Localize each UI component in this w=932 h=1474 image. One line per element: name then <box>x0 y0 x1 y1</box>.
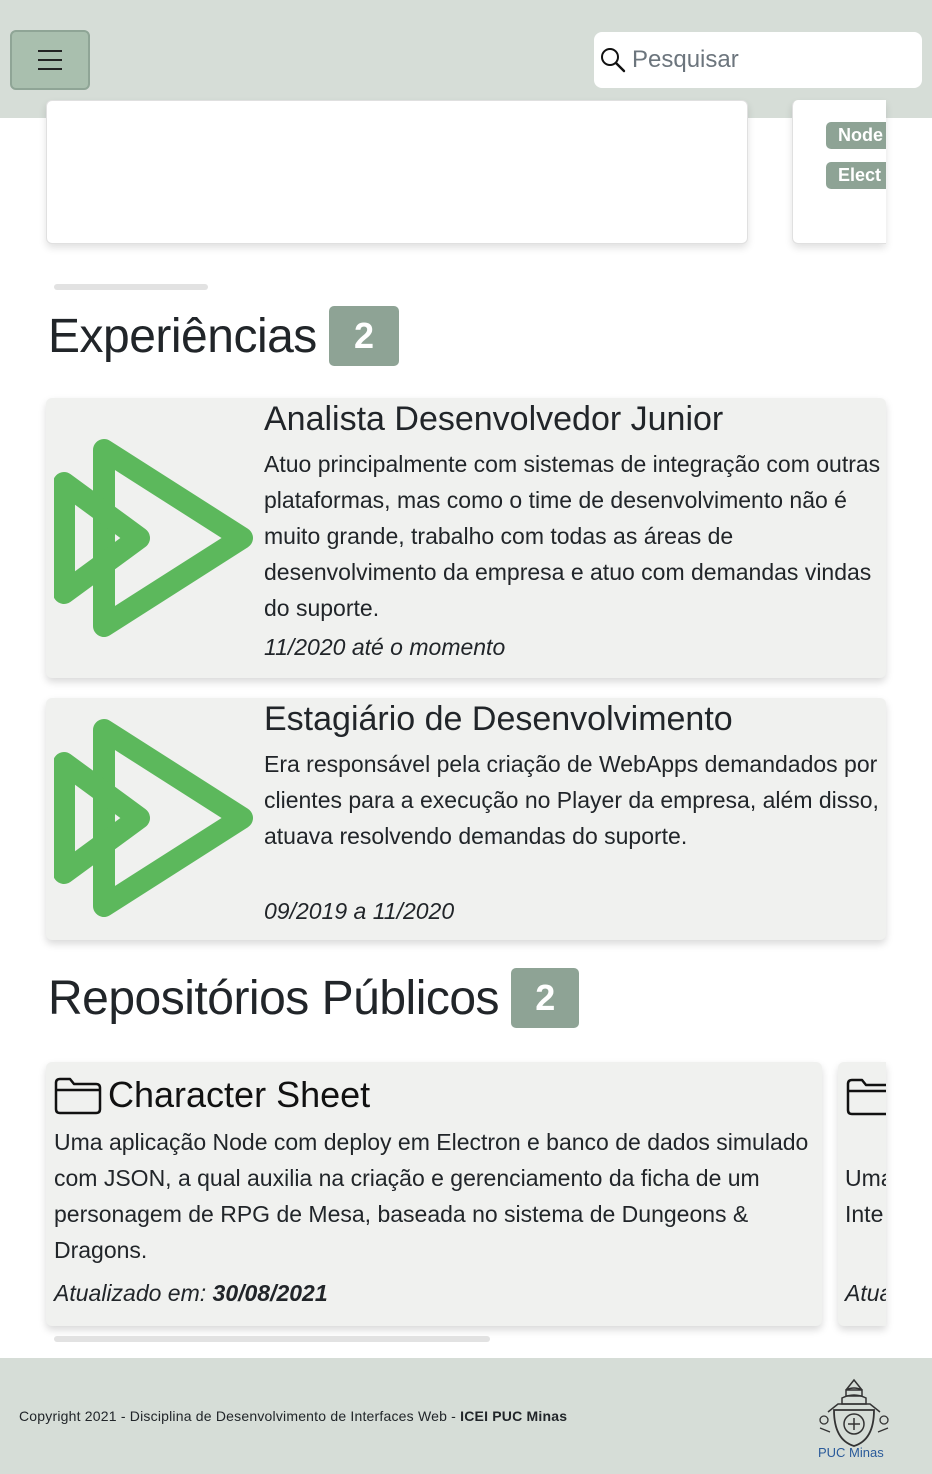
experience-card: Estagiário de Desenvolvimento Era respon… <box>46 698 886 940</box>
repositories-count-badge: 2 <box>511 968 580 1028</box>
repository-updated: Atualizado em: 30/08/2021 <box>54 1280 328 1307</box>
footer-copyright-text: Copyright 2021 - Disciplina de Desenvolv… <box>19 1408 461 1424</box>
horizontal-scrollbar[interactable] <box>54 284 208 290</box>
repository-description: Uma aplicação Node com deploy em Electro… <box>54 1129 809 1263</box>
company-logo-icon <box>54 439 253 637</box>
experience-title: Analista Desenvolvedor Junior <box>264 400 724 438</box>
repositories-heading: Repositórios Públicos 2 <box>48 968 580 1028</box>
puc-minas-logo-label: PUC Minas <box>818 1445 884 1460</box>
footer-copyright: Copyright 2021 - Disciplina de Desenvolv… <box>19 1408 567 1424</box>
search-input[interactable] <box>632 46 902 74</box>
repository-description-fragment: Inte <box>845 1201 884 1227</box>
folder-icon <box>846 1078 886 1116</box>
search-box[interactable] <box>594 32 922 88</box>
folder-icon <box>54 1077 102 1115</box>
experience-card: Analista Desenvolvedor Junior Atuo princ… <box>46 398 886 678</box>
experiences-heading: Experiências 2 <box>48 306 399 366</box>
repository-updated-partial: Atua <box>845 1280 886 1306</box>
project-card-partial <box>46 100 748 244</box>
experience-period: 09/2019 a 11/2020 <box>264 898 455 924</box>
project-card-partial-right: Node Elect <box>792 100 886 244</box>
search-icon <box>601 48 626 73</box>
footer-org[interactable]: ICEI PUC Minas <box>460 1408 567 1424</box>
repository-card[interactable]: Character Sheet Uma aplicação Node com d… <box>46 1062 822 1326</box>
repository-updated-label: Atualizado em: <box>54 1280 207 1306</box>
experiences-title: Experiências <box>48 309 317 363</box>
repository-updated-date: 30/08/2021 <box>212 1280 328 1306</box>
repository-description-partial: Uma Inte <box>845 1160 886 1232</box>
experience-description: Era responsável pela criação de WebApps … <box>264 751 879 849</box>
experience-title: Estagiário de Desenvolvimento <box>264 700 733 738</box>
experience-period: 11/2020 até o momento <box>264 634 506 660</box>
tech-tag-electron: Elect <box>826 162 886 189</box>
company-logo-icon <box>54 719 253 917</box>
footer: Copyright 2021 - Disciplina de Desenvolv… <box>0 1358 932 1474</box>
repository-description-fragment: Uma <box>845 1165 886 1191</box>
repository-name[interactable]: Character Sheet <box>108 1074 370 1116</box>
menu-toggle-button[interactable] <box>10 30 90 90</box>
repository-card-partial[interactable]: Uma Inte Atua <box>838 1062 886 1326</box>
tech-tag-node: Node <box>826 122 886 149</box>
horizontal-scrollbar[interactable] <box>54 1336 490 1342</box>
repository-title-row: Character Sheet <box>54 1074 370 1116</box>
repositories-title: Repositórios Públicos <box>48 971 500 1025</box>
hamburger-icon <box>38 50 62 70</box>
experience-description: Atuo principalmente com sistemas de inte… <box>264 451 881 621</box>
experiences-count-badge: 2 <box>328 306 399 366</box>
